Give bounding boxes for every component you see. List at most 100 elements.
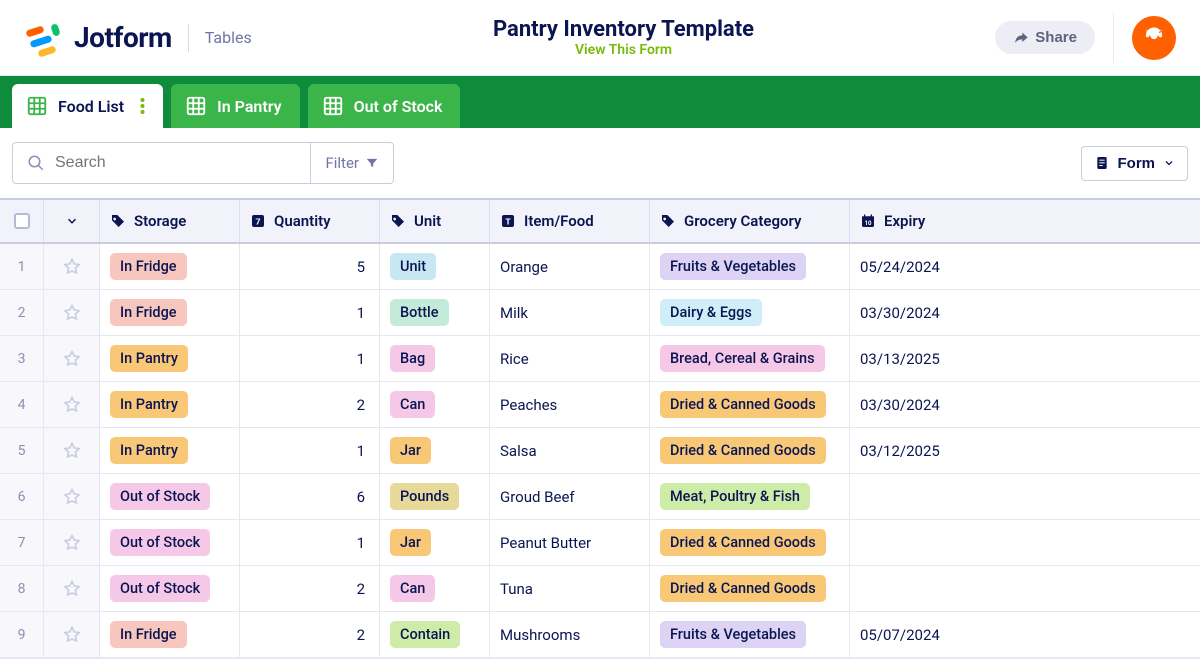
avatar[interactable] — [1132, 16, 1176, 60]
table-row[interactable]: 4In Pantry2CanPeachesDried & Canned Good… — [0, 382, 1200, 428]
table-row[interactable]: 1In Fridge5UnitOrangeFruits & Vegetables… — [0, 244, 1200, 290]
cell-item[interactable]: Salsa — [490, 428, 650, 473]
tab-in-pantry[interactable]: In Pantry — [171, 84, 299, 128]
cell-quantity[interactable]: 1 — [240, 428, 380, 473]
cell-storage[interactable]: In Pantry — [100, 382, 240, 427]
cell-storage[interactable]: In Fridge — [100, 290, 240, 335]
tab-menu-icon[interactable] — [140, 97, 145, 115]
cell-unit[interactable]: Can — [380, 566, 490, 611]
page-title[interactable]: Pantry Inventory Template — [493, 17, 754, 42]
header-checkbox-cell[interactable] — [0, 200, 44, 242]
cell-unit[interactable]: Jar — [380, 520, 490, 565]
star-icon[interactable] — [62, 487, 82, 507]
cell-quantity[interactable]: 1 — [240, 520, 380, 565]
cell-expiry[interactable]: 03/30/2024 — [850, 290, 1050, 335]
cell-storage[interactable]: Out of Stock — [100, 520, 240, 565]
star-icon[interactable] — [62, 395, 82, 415]
cell-storage[interactable]: In Fridge — [100, 244, 240, 289]
search-box[interactable] — [13, 143, 311, 183]
cell-category[interactable]: Fruits & Vegetables — [650, 244, 850, 289]
cell-quantity[interactable]: 1 — [240, 336, 380, 381]
cell-quantity[interactable]: 2 — [240, 612, 380, 657]
cell-unit[interactable]: Bottle — [380, 290, 490, 335]
product-label[interactable]: Tables — [205, 28, 252, 47]
row-star[interactable] — [44, 290, 100, 335]
row-star[interactable] — [44, 474, 100, 519]
cell-storage[interactable]: Out of Stock — [100, 566, 240, 611]
row-star[interactable] — [44, 566, 100, 611]
cell-category[interactable]: Dried & Canned Goods — [650, 428, 850, 473]
row-star[interactable] — [44, 244, 100, 289]
cell-item[interactable]: Milk — [490, 290, 650, 335]
cell-expiry[interactable] — [850, 520, 1050, 565]
cell-category[interactable]: Meat, Poultry & Fish — [650, 474, 850, 519]
row-star[interactable] — [44, 612, 100, 657]
cell-item[interactable]: Peanut Butter — [490, 520, 650, 565]
cell-item[interactable]: Orange — [490, 244, 650, 289]
star-icon[interactable] — [62, 579, 82, 599]
cell-expiry[interactable]: 05/07/2024 — [850, 612, 1050, 657]
view-form-link[interactable]: View This Form — [575, 42, 672, 58]
col-storage[interactable]: Storage — [100, 200, 240, 242]
row-star[interactable] — [44, 382, 100, 427]
star-icon[interactable] — [62, 349, 82, 369]
cell-quantity[interactable]: 5 — [240, 244, 380, 289]
cell-item[interactable]: Tuna — [490, 566, 650, 611]
cell-storage[interactable]: In Pantry — [100, 428, 240, 473]
cell-unit[interactable]: Pounds — [380, 474, 490, 519]
checkbox-icon[interactable] — [14, 213, 30, 229]
tab-out-of-stock[interactable]: Out of Stock — [308, 84, 461, 128]
cell-expiry[interactable]: 03/13/2025 — [850, 336, 1050, 381]
col-quantity[interactable]: 7 Quantity — [240, 200, 380, 242]
cell-quantity[interactable]: 6 — [240, 474, 380, 519]
col-expiry[interactable]: 10 Expiry — [850, 200, 1050, 242]
cell-quantity[interactable]: 1 — [240, 290, 380, 335]
filter-button[interactable]: Filter — [311, 143, 393, 183]
cell-quantity[interactable]: 2 — [240, 566, 380, 611]
logo-block[interactable]: Jotform — [24, 18, 172, 58]
share-button[interactable]: Share — [995, 21, 1095, 54]
cell-category[interactable]: Dried & Canned Goods — [650, 520, 850, 565]
row-star[interactable] — [44, 520, 100, 565]
table-row[interactable]: 5In Pantry1JarSalsaDried & Canned Goods0… — [0, 428, 1200, 474]
cell-storage[interactable]: Out of Stock — [100, 474, 240, 519]
cell-expiry[interactable]: 03/12/2025 — [850, 428, 1050, 473]
table-row[interactable]: 8Out of Stock2CanTunaDried & Canned Good… — [0, 566, 1200, 612]
col-item[interactable]: T Item/Food — [490, 200, 650, 242]
cell-storage[interactable]: In Fridge — [100, 612, 240, 657]
header-expand-cell[interactable] — [44, 200, 100, 242]
table-row[interactable]: 7Out of Stock1JarPeanut ButterDried & Ca… — [0, 520, 1200, 566]
cell-unit[interactable]: Contain — [380, 612, 490, 657]
cell-item[interactable]: Rice — [490, 336, 650, 381]
cell-unit[interactable]: Unit — [380, 244, 490, 289]
cell-expiry[interactable] — [850, 474, 1050, 519]
cell-category[interactable]: Dairy & Eggs — [650, 290, 850, 335]
table-row[interactable]: 3In Pantry1BagRiceBread, Cereal & Grains… — [0, 336, 1200, 382]
form-dropdown-button[interactable]: Form — [1081, 146, 1189, 181]
star-icon[interactable] — [62, 303, 82, 323]
cell-expiry[interactable] — [850, 566, 1050, 611]
col-unit[interactable]: Unit — [380, 200, 490, 242]
cell-item[interactable]: Groud Beef — [490, 474, 650, 519]
cell-category[interactable]: Dried & Canned Goods — [650, 566, 850, 611]
cell-item[interactable]: Mushrooms — [490, 612, 650, 657]
cell-expiry[interactable]: 05/24/2024 — [850, 244, 1050, 289]
table-row[interactable]: 2In Fridge1BottleMilkDairy & Eggs03/30/2… — [0, 290, 1200, 336]
cell-item[interactable]: Peaches — [490, 382, 650, 427]
search-input[interactable] — [55, 154, 296, 172]
col-category[interactable]: Grocery Category — [650, 200, 850, 242]
cell-unit[interactable]: Jar — [380, 428, 490, 473]
cell-category[interactable]: Bread, Cereal & Grains — [650, 336, 850, 381]
row-star[interactable] — [44, 428, 100, 473]
star-icon[interactable] — [62, 533, 82, 553]
star-icon[interactable] — [62, 257, 82, 277]
row-star[interactable] — [44, 336, 100, 381]
cell-expiry[interactable]: 03/30/2024 — [850, 382, 1050, 427]
cell-category[interactable]: Fruits & Vegetables — [650, 612, 850, 657]
cell-category[interactable]: Dried & Canned Goods — [650, 382, 850, 427]
cell-storage[interactable]: In Pantry — [100, 336, 240, 381]
cell-quantity[interactable]: 2 — [240, 382, 380, 427]
tab-food-list[interactable]: Food List — [12, 84, 163, 128]
star-icon[interactable] — [62, 441, 82, 461]
cell-unit[interactable]: Bag — [380, 336, 490, 381]
